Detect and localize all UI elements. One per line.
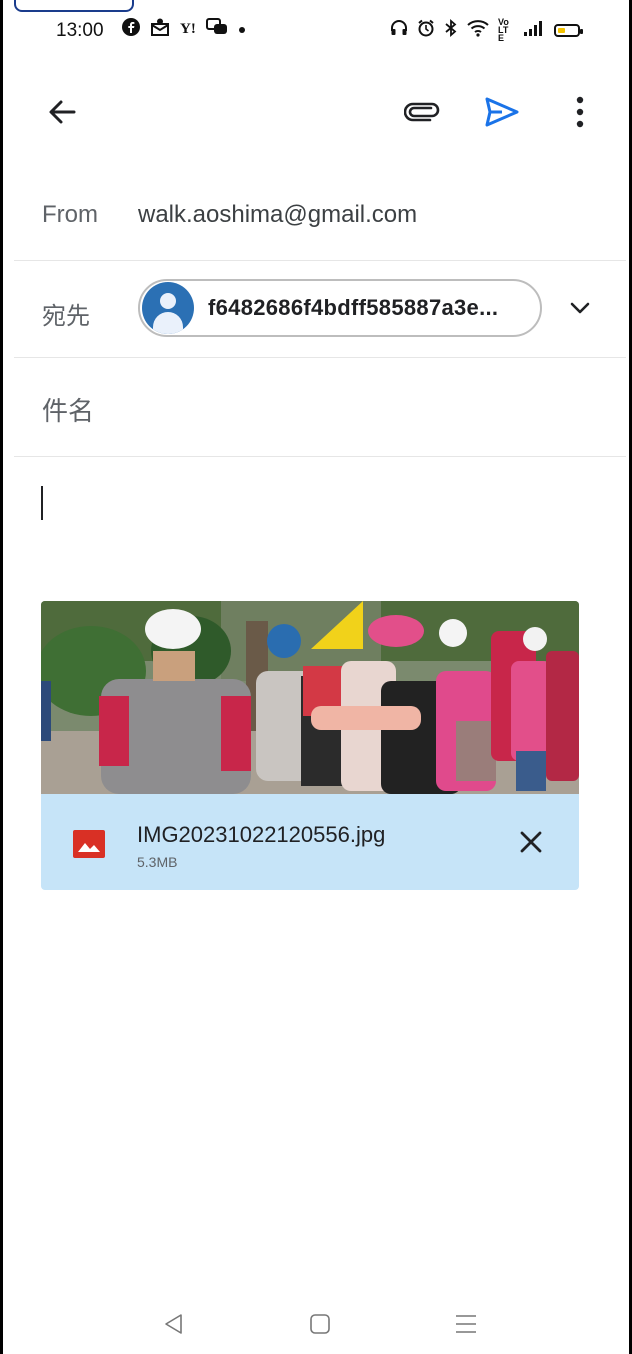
from-row: From walk.aoshima@gmail.com xyxy=(14,165,626,261)
recipient-address: f6482686f4bdff585887a3e... xyxy=(208,295,499,320)
attachment-file-size: 5.3MB xyxy=(137,854,178,870)
back-arrow-icon xyxy=(49,100,76,124)
attachment-file-name: IMG20231022120556.jpg xyxy=(137,822,386,847)
system-nav-bar xyxy=(0,1290,632,1354)
status-bar: 13:00 Y! Vo LTE xyxy=(0,0,632,64)
nav-home-icon xyxy=(310,1314,330,1334)
signal-icon xyxy=(523,20,545,40)
mail-alert-icon xyxy=(150,18,170,41)
nav-back-button[interactable] xyxy=(152,1302,196,1346)
avatar xyxy=(142,282,194,334)
nav-home-button[interactable] xyxy=(298,1302,342,1346)
body-editor[interactable] xyxy=(14,470,614,570)
attachment-info-bar: IMG20231022120556.jpg 5.3MB xyxy=(41,794,579,890)
more-options-button[interactable] xyxy=(556,88,604,136)
chat-icon xyxy=(205,18,228,41)
dot-icon xyxy=(238,21,246,39)
nav-back-icon xyxy=(165,1314,182,1334)
subject-label: 件名 xyxy=(42,396,95,426)
nav-menu-icon xyxy=(456,1315,476,1333)
more-vert-icon xyxy=(576,96,584,128)
volte-icon: Vo LTE xyxy=(498,17,509,43)
back-button[interactable] xyxy=(38,88,86,136)
battery-icon xyxy=(554,23,583,37)
close-icon xyxy=(520,831,542,853)
compose-toolbar xyxy=(0,70,632,154)
expand-recipients-button[interactable] xyxy=(562,290,598,326)
send-button[interactable] xyxy=(478,88,526,136)
image-file-icon xyxy=(73,830,105,858)
to-label: 宛先 xyxy=(42,303,90,330)
remove-attachment-button[interactable] xyxy=(511,822,551,862)
recipient-chip[interactable]: f6482686f4bdff585887a3e... xyxy=(138,279,542,337)
yahoo-icon: Y! xyxy=(180,21,196,37)
attachment-preview-photo xyxy=(41,601,579,794)
subject-field[interactable]: 件名 xyxy=(14,359,626,457)
headphones-icon xyxy=(390,19,408,41)
wifi-icon xyxy=(467,19,489,41)
alarm-icon xyxy=(417,19,435,41)
text-cursor xyxy=(41,486,43,520)
to-row: 宛先 f6482686f4bdff585887a3e... xyxy=(14,262,626,358)
bluetooth-icon xyxy=(444,19,458,41)
attach-icon xyxy=(404,102,440,122)
chevron-down-icon xyxy=(570,302,590,314)
attach-button[interactable] xyxy=(398,88,446,136)
facebook-icon xyxy=(122,18,140,41)
from-value[interactable]: walk.aoshima@gmail.com xyxy=(138,201,417,229)
nav-menu-button[interactable] xyxy=(444,1302,488,1346)
send-icon xyxy=(485,97,519,127)
status-time: 13:00 xyxy=(56,20,104,41)
attachment-card[interactable]: IMG20231022120556.jpg 5.3MB xyxy=(41,601,579,890)
from-label: From xyxy=(42,201,98,228)
